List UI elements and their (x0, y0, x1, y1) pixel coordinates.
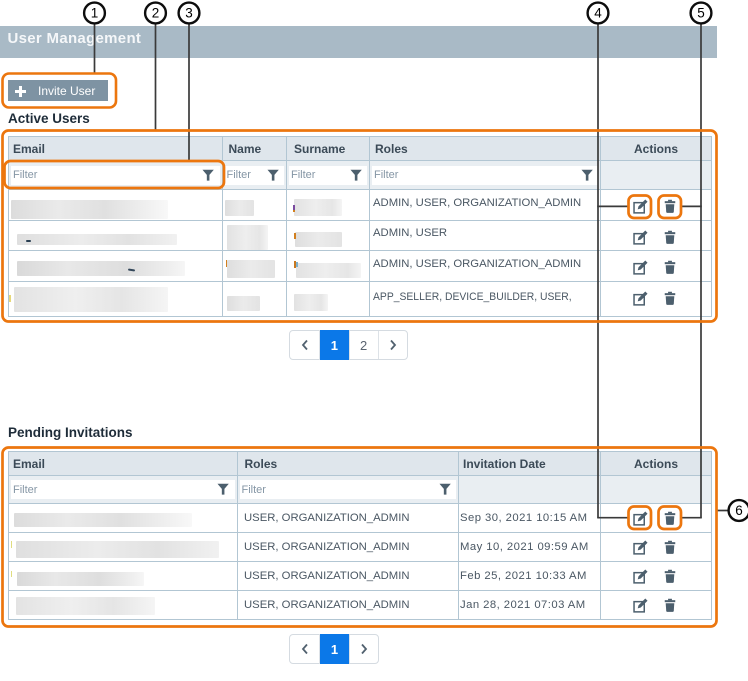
svg-text:1: 1 (91, 6, 99, 21)
svg-text:3: 3 (185, 6, 193, 21)
svg-text:2: 2 (152, 6, 160, 21)
svg-text:5: 5 (697, 6, 705, 21)
svg-text:4: 4 (594, 6, 602, 21)
svg-text:6: 6 (735, 503, 743, 518)
